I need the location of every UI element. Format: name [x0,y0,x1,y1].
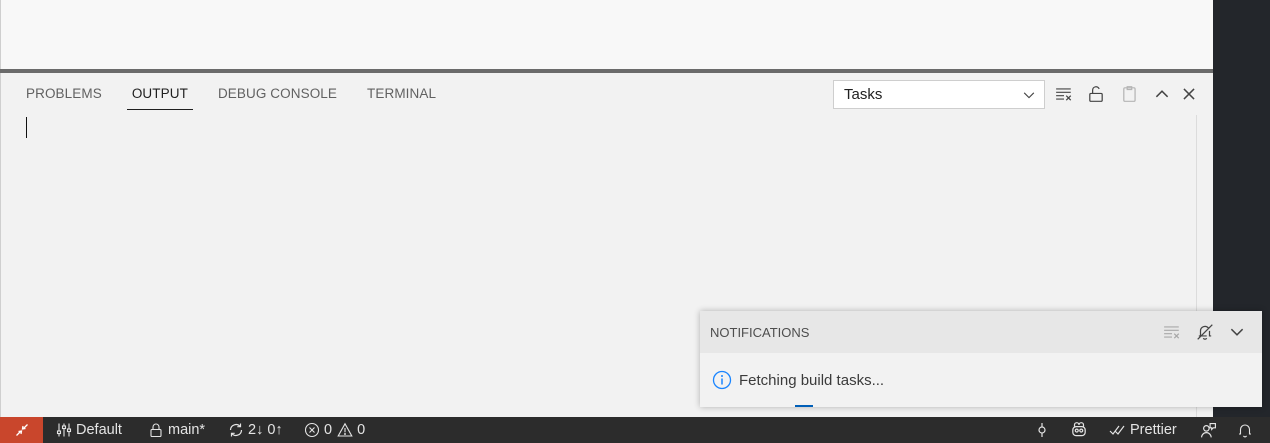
panel-tabs: PROBLEMS OUTPUT DEBUG CONSOLE TERMINAL [15,73,447,113]
editor-area [0,0,1213,69]
copilot-icon [1072,422,1086,437]
error-icon [304,422,320,438]
notifications-header: NOTIFICATIONS [700,311,1262,353]
error-count: 0 [324,422,333,438]
open-in-editor-icon [1123,86,1136,102]
notification-message: Fetching build tasks... [739,371,885,389]
person-feedback-icon [1201,422,1216,437]
info-icon [712,370,732,390]
prettier-status-item[interactable]: Prettier [1108,417,1177,443]
profile-status-item[interactable]: Default [56,417,122,443]
tab-output[interactable]: OUTPUT [121,73,199,113]
do-not-disturb-button[interactable] [1194,321,1216,343]
commit-status-item[interactable] [1034,417,1054,443]
output-channel-value: Tasks [844,86,883,103]
notifications-status-item[interactable] [1237,417,1257,443]
formatter-label: Prettier [1130,422,1177,438]
settings-sliders-icon [56,423,72,437]
feedback-status-item[interactable] [1200,417,1221,443]
double-check-icon [1109,425,1125,435]
sync-label: 2↓ 0↑ [248,422,283,438]
clear-all-notifications-button[interactable] [1161,321,1183,343]
profile-label: Default [76,422,122,438]
output-channel-select[interactable]: Tasks [833,80,1045,109]
warning-count: 0 [357,422,366,438]
lock-icon [150,423,162,438]
notifications-center: NOTIFICATIONS Fetching build tasks... [700,311,1262,407]
bell-icon [1239,424,1251,438]
sync-status-item[interactable]: 2↓ 0↑ [228,417,283,443]
maximize-panel-button[interactable] [1151,83,1173,105]
tab-problems[interactable]: PROBLEMS [15,73,113,113]
lock-scroll-icon [1089,86,1103,102]
git-commit-icon [1038,423,1046,437]
branch-label: main* [168,422,206,438]
chevron-down-icon [1230,328,1244,336]
clear-output-icon [1056,88,1072,101]
remote-indicator-button[interactable] [0,417,43,443]
notification-progress-bar [795,405,813,407]
bell-slash-icon [1197,324,1213,340]
close-icon [1183,88,1195,100]
hide-notifications-button[interactable] [1226,321,1248,343]
close-panel-button[interactable] [1178,83,1200,105]
lock-scroll-button[interactable] [1085,83,1107,105]
warning-icon [337,422,353,437]
tab-debug-console[interactable]: DEBUG CONSOLE [207,73,348,113]
copilot-status-item[interactable] [1070,417,1092,443]
notification-item[interactable]: Fetching build tasks... [700,353,1262,407]
clear-all-icon [1164,326,1180,339]
sync-icon [229,423,243,437]
open-in-editor-button[interactable] [1119,83,1141,105]
problems-status-item[interactable]: 0 0 [304,417,365,443]
clear-output-button[interactable] [1053,83,1075,105]
chevron-down-icon [1023,92,1035,99]
text-cursor [26,117,27,138]
remote-icon [15,424,28,436]
branch-status-item[interactable]: main* [148,417,205,443]
status-bar: Default main* 2↓ 0↑ 0 0 Prettier [0,417,1270,443]
notifications-title: NOTIFICATIONS [710,324,810,340]
tab-terminal[interactable]: TERMINAL [356,73,447,113]
chevron-up-icon [1155,90,1169,98]
